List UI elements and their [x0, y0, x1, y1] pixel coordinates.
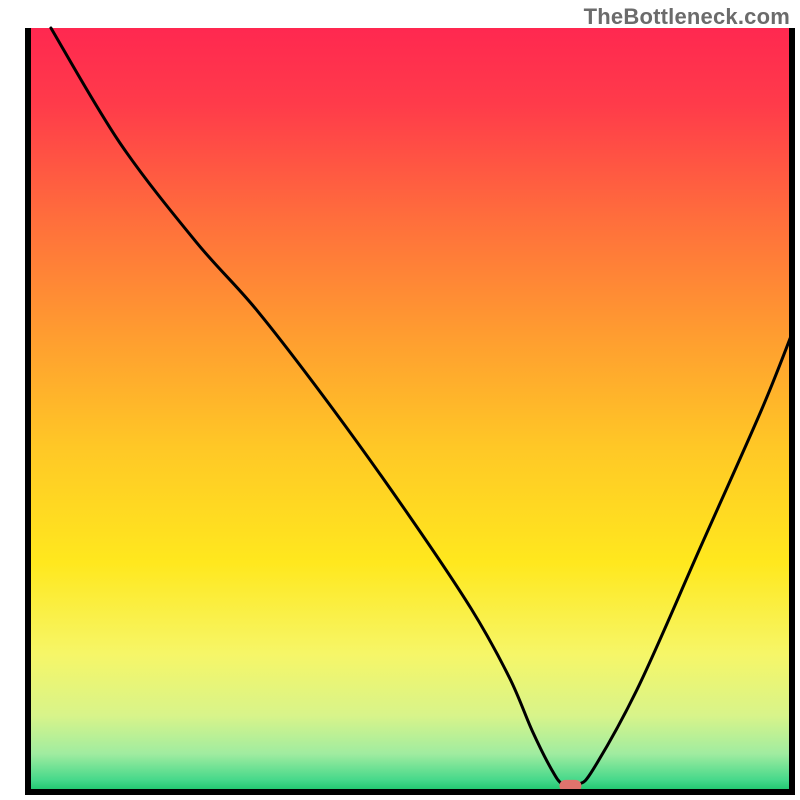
watermark-text: TheBottleneck.com [584, 4, 790, 30]
bottleneck-chart: TheBottleneck.com [0, 0, 800, 800]
chart-svg [0, 0, 800, 800]
gradient-background [28, 28, 792, 792]
